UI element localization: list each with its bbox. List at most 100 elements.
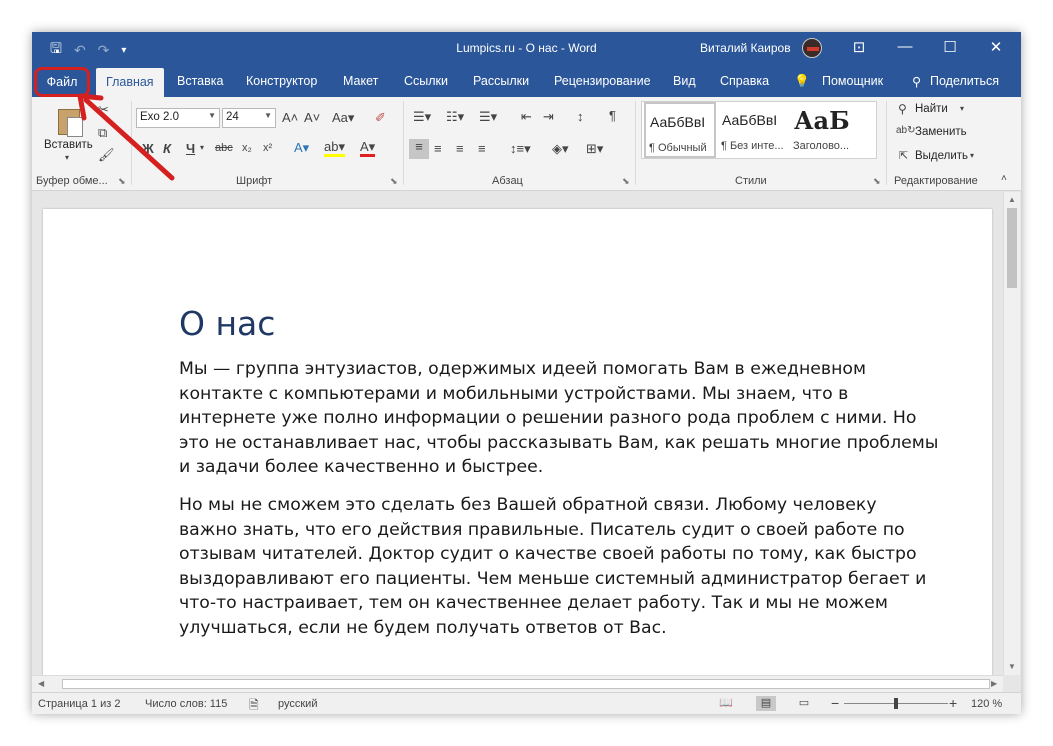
share-button[interactable]: Поделиться	[930, 74, 999, 88]
select-cursor-icon[interactable]: ⇱	[899, 149, 908, 162]
select-button[interactable]: Выделить	[915, 150, 968, 162]
show-paragraph-marks-icon[interactable]: ¶	[609, 108, 616, 123]
italic-button[interactable]: К	[163, 141, 171, 156]
bold-button[interactable]: Ж	[142, 141, 154, 156]
multilevel-list-icon[interactable]: ☰▾	[479, 109, 497, 125]
change-case-icon[interactable]: Aa▾	[332, 110, 354, 126]
horizontal-scroll-thumb[interactable]	[62, 679, 990, 689]
zoom-out-button[interactable]: −	[831, 695, 839, 711]
shrink-font-icon[interactable]: A˅	[304, 110, 320, 125]
find-button[interactable]: Найти	[915, 103, 948, 115]
font-name-combo[interactable]: Exo 2.0 ▼	[136, 108, 220, 128]
justify-icon[interactable]: ≡	[478, 141, 486, 156]
shading-icon[interactable]: ◈▾	[552, 141, 569, 157]
print-layout-icon[interactable]: ▤	[756, 696, 776, 711]
grow-font-icon[interactable]: A˄	[282, 110, 298, 125]
paste-button[interactable]: Вставить	[44, 139, 93, 151]
share-person-icon[interactable]: ⚲	[912, 74, 921, 89]
close-icon[interactable]: ✕	[986, 38, 1006, 56]
scroll-left-icon[interactable]: ◀	[38, 679, 44, 688]
find-icon[interactable]: ⚲	[898, 102, 907, 116]
clipboard-launcher-icon[interactable]: ⬊	[118, 176, 126, 187]
format-painter-icon[interactable]: 🖌	[98, 147, 115, 163]
decrease-indent-icon[interactable]: ⇤	[521, 109, 532, 125]
paragraph-launcher-icon[interactable]: ⬊	[622, 176, 630, 187]
read-mode-icon[interactable]: 📖	[716, 696, 736, 711]
tab-design[interactable]: Конструктор	[246, 74, 317, 88]
proofing-icon[interactable]: 🗎	[249, 696, 259, 714]
tab-review[interactable]: Рецензирование	[554, 74, 651, 88]
styles-gallery: АаБбВвІ ¶ Обычный АаБбВвІ ¶ Без инте... …	[641, 101, 877, 159]
scroll-down-icon[interactable]: ▼	[1008, 662, 1016, 671]
language[interactable]: русский	[278, 698, 317, 710]
zoom-slider-thumb[interactable]	[894, 698, 898, 709]
style-normal[interactable]: АаБбВвІ ¶ Обычный	[644, 102, 716, 158]
font-size-combo[interactable]: 24 ▼	[222, 108, 276, 128]
tab-file[interactable]: Файл	[34, 67, 90, 97]
font-launcher-icon[interactable]: ⬊	[390, 176, 398, 187]
subscript-button[interactable]: x₂	[242, 142, 252, 154]
sort-icon[interactable]: ↕	[577, 109, 584, 124]
align-left-icon[interactable]: ≡	[409, 139, 429, 159]
borders-icon[interactable]: ⊞▾	[586, 141, 603, 157]
clear-formatting-icon[interactable]: ✐	[375, 110, 386, 126]
underline-button[interactable]: Ч	[186, 141, 195, 156]
paste-dropdown-icon[interactable]: ▾	[65, 153, 69, 162]
strikethrough-button[interactable]: abc	[215, 142, 233, 154]
tab-insert[interactable]: Вставка	[177, 74, 223, 88]
cut-icon[interactable]: ✂	[98, 102, 109, 118]
tab-help[interactable]: Справка	[720, 74, 769, 88]
font-color-icon[interactable]: A▾	[360, 140, 376, 157]
zoom-in-button[interactable]: +	[949, 695, 957, 711]
style-no-spacing[interactable]: АаБбВвІ ¶ Без инте...	[718, 102, 790, 158]
align-center-icon[interactable]: ≡	[434, 141, 442, 156]
avatar[interactable]	[802, 38, 822, 58]
tab-mailings[interactable]: Рассылки	[473, 74, 529, 88]
vertical-scrollbar[interactable]: ▲ ▼	[1003, 192, 1020, 675]
styles-launcher-icon[interactable]: ⬊	[873, 176, 881, 187]
web-layout-icon[interactable]: ▭	[794, 696, 814, 711]
numbering-icon[interactable]: ☷▾	[446, 109, 464, 125]
line-spacing-icon[interactable]: ↕≡▾	[510, 141, 531, 157]
ribbon-tabs: Файл Главная Вставка Конструктор Макет С…	[32, 64, 1021, 97]
find-dropdown-icon[interactable]: ▾	[960, 104, 964, 113]
maximize-icon[interactable]: ☐	[940, 38, 960, 56]
document-area[interactable]: О нас Мы — группа энтузиастов, одержимых…	[32, 192, 1002, 675]
scroll-right-icon[interactable]: ▶	[991, 679, 997, 688]
text-line: улучшаться, если не будем получать ответ…	[179, 617, 667, 638]
replace-button[interactable]: Заменить	[915, 126, 967, 138]
tab-view[interactable]: Вид	[673, 74, 696, 88]
style-heading[interactable]: АаБ Заголово...	[790, 102, 862, 158]
align-right-icon[interactable]: ≡	[456, 141, 464, 156]
document-page[interactable]: О нас Мы — группа энтузиастов, одержимых…	[43, 209, 992, 675]
collapse-ribbon-icon[interactable]: ˄	[1001, 173, 1007, 184]
superscript-button[interactable]: x²	[263, 142, 272, 154]
vertical-scroll-thumb[interactable]	[1007, 208, 1017, 288]
horizontal-scrollbar[interactable]: ◀ ▶	[32, 675, 1003, 692]
bullets-icon[interactable]: ☰▾	[413, 109, 431, 125]
document-paragraph-2: Но мы не сможем это сделать без Вашей об…	[179, 493, 939, 640]
tab-layout[interactable]: Макет	[343, 74, 378, 88]
highlight-icon[interactable]: ab▾	[324, 140, 345, 157]
font-size-value: 24	[226, 111, 239, 123]
tab-tell-me[interactable]: Помощник	[822, 74, 883, 88]
replace-icon[interactable]: ab↻	[896, 125, 916, 136]
minimize-icon[interactable]: —	[895, 38, 915, 55]
clipboard-group-label: Буфер обме...	[36, 175, 108, 187]
tell-me-lightbulb-icon[interactable]: 💡	[794, 74, 810, 89]
text-line: Но мы не сможем это сделать без Вашей об…	[179, 495, 877, 515]
scroll-up-icon[interactable]: ▲	[1008, 195, 1016, 204]
tab-home[interactable]: Главная	[96, 68, 164, 97]
text-effects-icon[interactable]: A▾	[294, 140, 309, 156]
word-count[interactable]: Число слов: 115	[145, 698, 227, 710]
select-dropdown-icon[interactable]: ▾	[970, 151, 974, 160]
ribbon-display-options-icon[interactable]: ⊡	[849, 38, 869, 56]
user-name[interactable]: Виталий Каиров	[700, 41, 791, 55]
tab-references[interactable]: Ссылки	[404, 74, 448, 88]
underline-dropdown-icon[interactable]: ▾	[200, 143, 204, 152]
page-count[interactable]: Страница 1 из 2	[38, 698, 120, 710]
paste-icon[interactable]	[54, 103, 84, 137]
copy-icon[interactable]: ⧉	[98, 125, 107, 141]
increase-indent-icon[interactable]: ⇥	[543, 109, 554, 125]
zoom-level[interactable]: 120 %	[971, 698, 1002, 710]
